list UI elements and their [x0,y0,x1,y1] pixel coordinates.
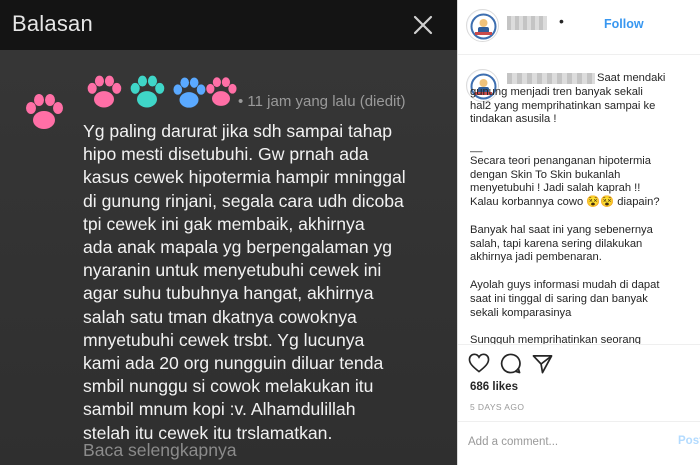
read-more-link[interactable]: Baca selengkapnya [83,440,237,461]
post-caption: Saat mendaki gunung menjadi tren banyak s… [470,72,696,344]
post-comment-button[interactable]: Post [678,435,700,447]
caption-line: hal2 yang memprihatinkan sampai ke [470,99,656,112]
caption-line: Banyak hal saat ini yang sebenernya [470,223,653,236]
comment-line: agar suhu tubuhnya hangat, akhirnya [83,283,374,304]
add-comment-input[interactable] [468,432,668,452]
caption-line: dengan Skin To Skin bukanlah [470,168,621,181]
comment-icon[interactable] [500,353,521,374]
divider [458,421,700,422]
caption-line: menyetubuhi ! Jadi salah kaprah !! [470,182,641,195]
caption-line: salah, tapi karena sering dilakukan [470,237,643,250]
caption-line: saat ini tinggal di saring dan banyak [470,292,648,305]
comment-line: Yg paling darurat jika sdh sampai tahap [83,121,393,141]
caption-line: Kalau korbannya cowo 😵😵 diapain? [470,196,660,209]
replies-header: Balasan [0,0,457,50]
profile-illustration-icon [467,10,498,41]
comment-line: salah satu tman dkatnya cowoknya [83,306,357,327]
instagram-post-panel: • Follow Saat mendaki gunung menjadi tren… [457,0,700,465]
share-icon[interactable] [532,354,553,374]
comment-line: ada anak mapala yg berpengalaman yg [83,237,393,258]
commenter-avatar-paw-icon[interactable] [22,90,66,134]
header-separator: • [559,13,564,29]
comment-thread: • 11 jam yang lalu (diedit) Yg paling da… [0,50,457,465]
divider [458,344,700,345]
caption-line: __ [470,140,483,153]
close-icon [413,15,433,35]
heart-icon[interactable] [468,353,490,373]
comment-body: Yg paling darurat jika sdh sampai tahap … [83,120,443,445]
caption-paragraph-gap [470,210,696,224]
username-censor-paw-icon [87,75,122,108]
divider [458,54,700,55]
like-count[interactable]: 686 likes [470,381,518,393]
comment-line: kasus cewek hipotermia hampir mninggal [83,167,406,188]
caption-line: Sungguh memprihatinkan seorang [470,334,642,344]
comment-line: sambil mnum kopi :v. Alhamdulillah [83,399,356,420]
comment-line: smbil nunggu si cowok melakukan itu [83,376,374,397]
caption-line: gunung menjadi tren banyak sekali [470,85,643,98]
post-date[interactable]: 5 DAYS AGO [470,402,524,412]
comment-line: kami ada 20 org nungguin diluar tenda [83,353,384,374]
comment-line: nyaranin untuk menyetubuhi cewek ini [83,260,382,281]
username-censor-paw-icon [130,75,165,108]
comment-line: tpi cewek ini gak membaik, akhirnya [83,213,365,234]
caption-line: akhirnya jadi pembenaran. [470,251,602,264]
poster-avatar[interactable] [466,9,499,42]
comment-line: mnyetubuhi cewek trsbt. Yg lucunya [83,329,365,350]
caption-paragraph-gap [470,127,696,141]
caption-line: Saat mendaki [597,72,666,84]
caption-line: Ayolah guys informasi mudah di dapat [470,278,660,291]
close-button[interactable] [408,10,438,40]
replies-panel: Balasan • 11 jam yang lalu (diedit) Yg p… [0,0,457,465]
comment-line: di gunung rinjani, segala cara udh dicob… [83,190,404,211]
comment-timestamp: • 11 jam yang lalu (diedit) [238,93,406,110]
caption-line: tindakan asusila ! [470,113,557,126]
caption-line: sekali komparasinya [470,306,572,319]
censored-username[interactable] [507,16,547,30]
username-censor-paw-icon [206,77,237,106]
caption-paragraph-gap [470,265,696,279]
caption-line: Secara teori penanganan hipotermia [470,154,651,167]
follow-button[interactable]: Follow [604,17,644,31]
caption-paragraph-gap [470,320,696,334]
replies-title: Balasan [12,11,93,36]
comment-line: hipo mesti disetubuhi. Gw prnah ada [83,144,369,165]
